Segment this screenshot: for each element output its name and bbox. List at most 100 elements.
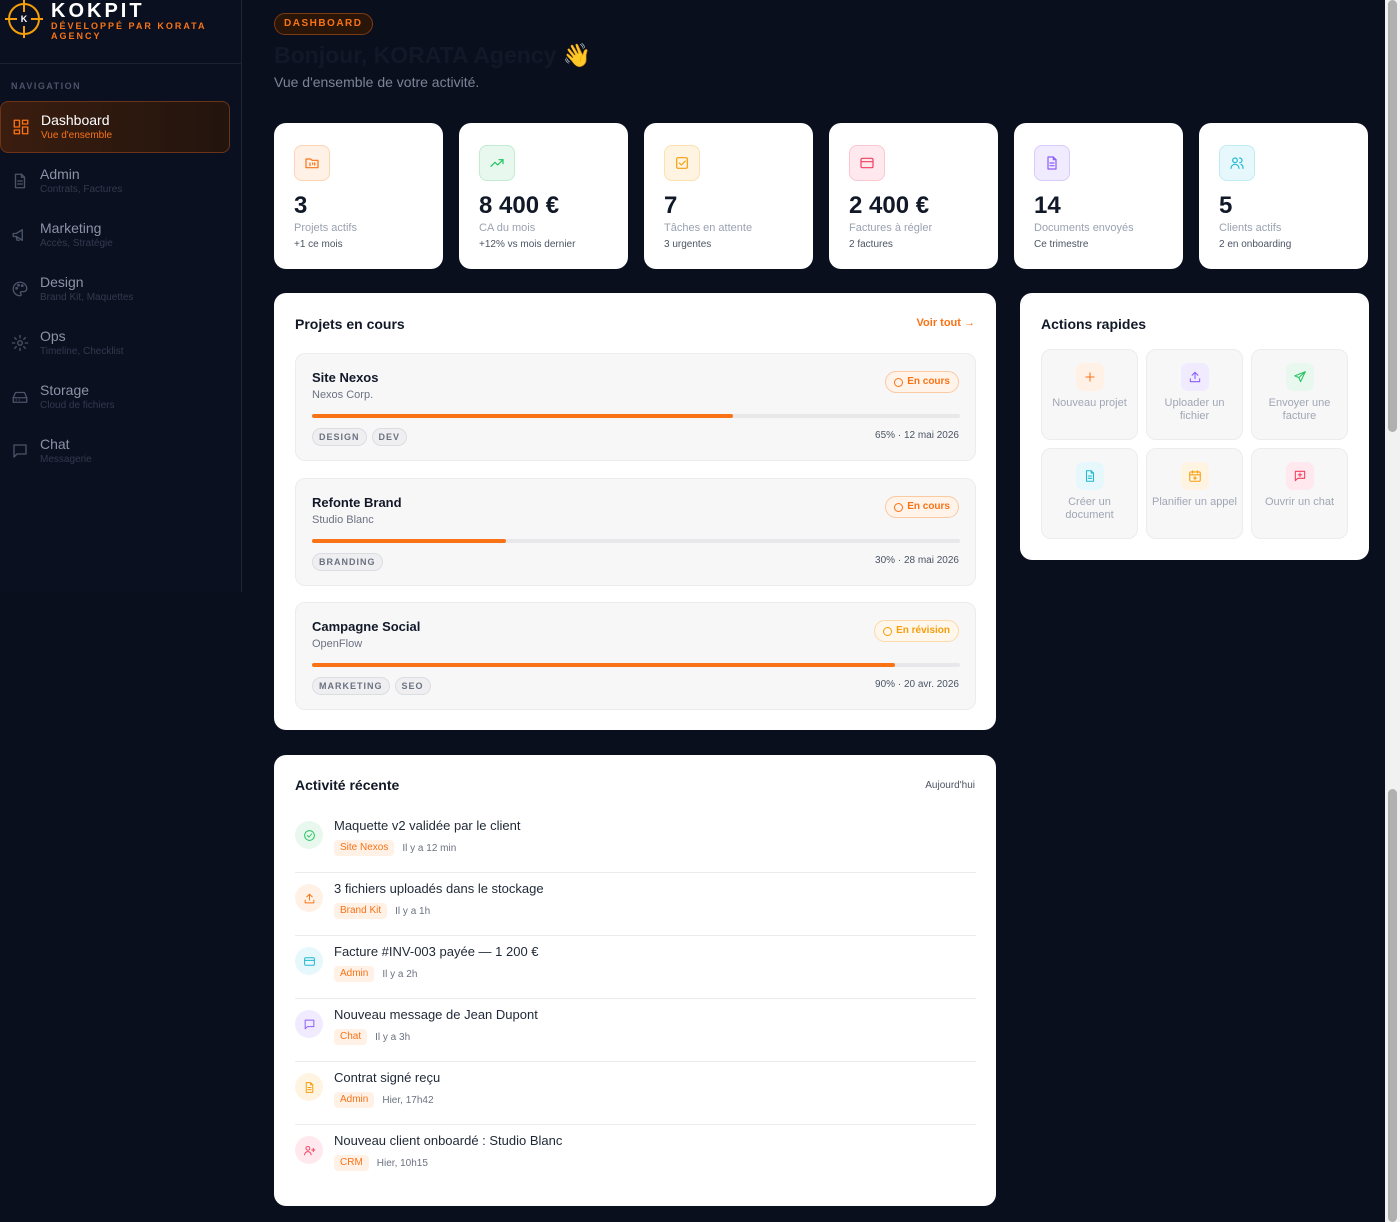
action-create-document[interactable]: Créer un document bbox=[1041, 448, 1138, 539]
sidebar-item-marketing[interactable]: Marketing Accès, Stratégie bbox=[0, 209, 230, 261]
drive-icon bbox=[12, 391, 28, 403]
action-open-chat[interactable]: Ouvrir un chat bbox=[1251, 448, 1348, 539]
action-label: Créer un document bbox=[1065, 496, 1114, 521]
action-schedule-call[interactable]: Planifier un appel bbox=[1146, 448, 1243, 539]
document-icon bbox=[14, 173, 26, 189]
activity-card: Activité récente Aujourd'hui Maquette v2… bbox=[274, 755, 996, 1206]
activity-tag: CRM bbox=[334, 1155, 369, 1171]
projects-card: Projets en cours Voir tout → Site Nexos … bbox=[274, 293, 996, 730]
trend-up-icon bbox=[490, 159, 504, 167]
activity-tag: Admin bbox=[334, 966, 375, 982]
status-badge: En cours bbox=[885, 496, 959, 518]
view-all-link[interactable]: Voir tout → bbox=[917, 317, 975, 329]
sidebar-item-ops[interactable]: Ops Timeline, Checklist bbox=[0, 317, 230, 369]
project-client: OpenFlow bbox=[312, 638, 363, 650]
project-client: Studio Blanc bbox=[312, 514, 374, 526]
status-badge: En révision bbox=[874, 620, 959, 642]
activity-text: 3 fichiers uploadés dans le stockage bbox=[334, 881, 544, 896]
project-card[interactable]: Campagne Social OpenFlow En révision MAR… bbox=[295, 602, 976, 710]
user-plus-icon bbox=[303, 1145, 315, 1155]
brand[interactable]: K KOKPIT DÉVELOPPÉ PAR KORATA AGENCY bbox=[5, 0, 216, 41]
stat-value: 7 bbox=[664, 192, 678, 219]
action-send-invoice[interactable]: Envoyer une facture bbox=[1251, 349, 1348, 440]
activity-tag: Chat bbox=[334, 1029, 368, 1045]
project-tag: MARKETING bbox=[312, 677, 390, 695]
stat-note: 3 urgentes bbox=[664, 239, 712, 250]
page-subtitle: Vue d'ensemble de votre activité. bbox=[274, 74, 480, 90]
stat-value: 5 bbox=[1219, 192, 1233, 219]
stat-value: 3 bbox=[294, 192, 308, 219]
activity-item[interactable]: Facture #INV-003 payée — 1 200 € Admin Il… bbox=[295, 936, 976, 999]
scrollbar-thumb-upper[interactable] bbox=[1388, 0, 1397, 432]
activity-tag: Brand Kit bbox=[334, 903, 388, 919]
stat-label: CA du mois bbox=[479, 222, 536, 234]
stat-card-tasks[interactable]: 7 Tâches en attente 3 urgentes bbox=[644, 123, 813, 269]
project-tag: DESIGN bbox=[312, 428, 367, 446]
upload-icon bbox=[304, 893, 314, 903]
activity-item[interactable]: Maquette v2 validée par le client Site N… bbox=[295, 810, 976, 873]
stat-value: 8 400 € bbox=[479, 192, 560, 219]
action-label: Ouvrir un chat bbox=[1264, 496, 1335, 508]
check-circle-icon bbox=[303, 829, 315, 841]
action-label: Planifier un appel bbox=[1151, 496, 1237, 508]
sidebar-item-sub: Contrats, Factures bbox=[40, 184, 123, 195]
page-title: Bonjour, KORATA Agency 👋 bbox=[274, 42, 591, 69]
clock-icon bbox=[894, 377, 904, 387]
clock-icon bbox=[894, 502, 904, 512]
project-meta: 65% · 12 mai 2026 bbox=[875, 430, 959, 441]
stat-note: +1 ce mois bbox=[294, 239, 343, 250]
file-icon bbox=[305, 1081, 313, 1093]
sidebar-item-chat[interactable]: Chat Messagerie bbox=[0, 425, 230, 477]
project-card[interactable]: Site Nexos Nexos Corp. En cours DESIGN D… bbox=[295, 353, 976, 461]
stat-label: Clients actifs bbox=[1219, 222, 1282, 234]
project-meta: 30% · 28 mai 2026 bbox=[875, 555, 959, 566]
project-name: Campagne Social bbox=[312, 619, 421, 634]
stat-card-revenue[interactable]: 8 400 € CA du mois +12% vs mois dernier bbox=[459, 123, 628, 269]
sidebar-item-dashboard[interactable]: Dashboard Vue d'ensemble bbox=[0, 101, 230, 153]
progress-bar bbox=[312, 539, 960, 543]
stat-card-projects[interactable]: 3 Projets actifs +1 ce mois bbox=[274, 123, 443, 269]
project-tag: SEO bbox=[394, 677, 431, 695]
activity-time: Il y a 12 min bbox=[402, 842, 457, 854]
chat-icon bbox=[13, 444, 27, 458]
send-icon bbox=[1293, 371, 1306, 383]
action-label: Uploader un fichier bbox=[1164, 397, 1225, 422]
action-new-project[interactable]: Nouveau projet bbox=[1041, 349, 1138, 440]
project-card[interactable]: Refonte Brand Studio Blanc En cours BRAN… bbox=[295, 478, 976, 586]
activity-time: Il y a 2h bbox=[382, 968, 418, 980]
activity-item[interactable]: Nouveau message de Jean Dupont Chat Il y … bbox=[295, 999, 976, 1062]
stat-note: 2 en onboarding bbox=[1219, 239, 1292, 250]
scrollbar[interactable] bbox=[1385, 0, 1400, 1222]
sidebar-item-design[interactable]: Design Brand Kit, Maquettes bbox=[0, 263, 230, 315]
stat-card-clients[interactable]: 5 Clients actifs 2 en onboarding bbox=[1199, 123, 1368, 269]
stat-value: 14 bbox=[1034, 192, 1061, 219]
activity-item[interactable]: Contrat signé reçu Admin Hier, 17h42 bbox=[295, 1062, 976, 1125]
action-upload-file[interactable]: Uploader un fichier bbox=[1146, 349, 1243, 440]
stat-card-documents[interactable]: 14 Documents envoyés Ce trimestre bbox=[1014, 123, 1183, 269]
sidebar-item-title: Design bbox=[40, 274, 84, 290]
activity-text: Nouveau client onboardé : Studio Blanc bbox=[334, 1133, 563, 1148]
stat-note: 2 factures bbox=[849, 239, 893, 250]
project-name: Site Nexos bbox=[312, 370, 379, 385]
file-icon bbox=[1085, 470, 1094, 482]
progress-fill bbox=[312, 539, 507, 543]
action-label: Nouveau projet bbox=[1052, 397, 1127, 409]
progress-bar bbox=[312, 414, 960, 418]
page-badge: DASHBOARD bbox=[274, 13, 373, 35]
projects-title: Projets en cours bbox=[295, 316, 405, 332]
project-tag: BRANDING bbox=[312, 553, 383, 571]
stat-label: Tâches en attente bbox=[664, 222, 753, 234]
grid-icon bbox=[13, 119, 29, 135]
activity-item[interactable]: Nouveau client onboardé : Studio Blanc C… bbox=[295, 1125, 976, 1188]
plus-icon bbox=[1084, 372, 1095, 382]
clock-icon bbox=[883, 626, 893, 636]
scrollbar-thumb-lower[interactable] bbox=[1388, 789, 1397, 1222]
sidebar-item-storage[interactable]: Storage Cloud de fichiers bbox=[0, 371, 230, 423]
stat-card-invoices[interactable]: 2 400 € Factures à régler 2 factures bbox=[829, 123, 998, 269]
brand-name: KOKPIT bbox=[51, 0, 145, 22]
activity-item[interactable]: 3 fichiers uploadés dans le stockage Bra… bbox=[295, 873, 976, 936]
stat-note: +12% vs mois dernier bbox=[479, 239, 576, 250]
stat-label: Documents envoyés bbox=[1034, 222, 1134, 234]
sidebar-item-title: Ops bbox=[40, 328, 66, 344]
sidebar-item-admin[interactable]: Admin Contrats, Factures bbox=[0, 155, 230, 207]
